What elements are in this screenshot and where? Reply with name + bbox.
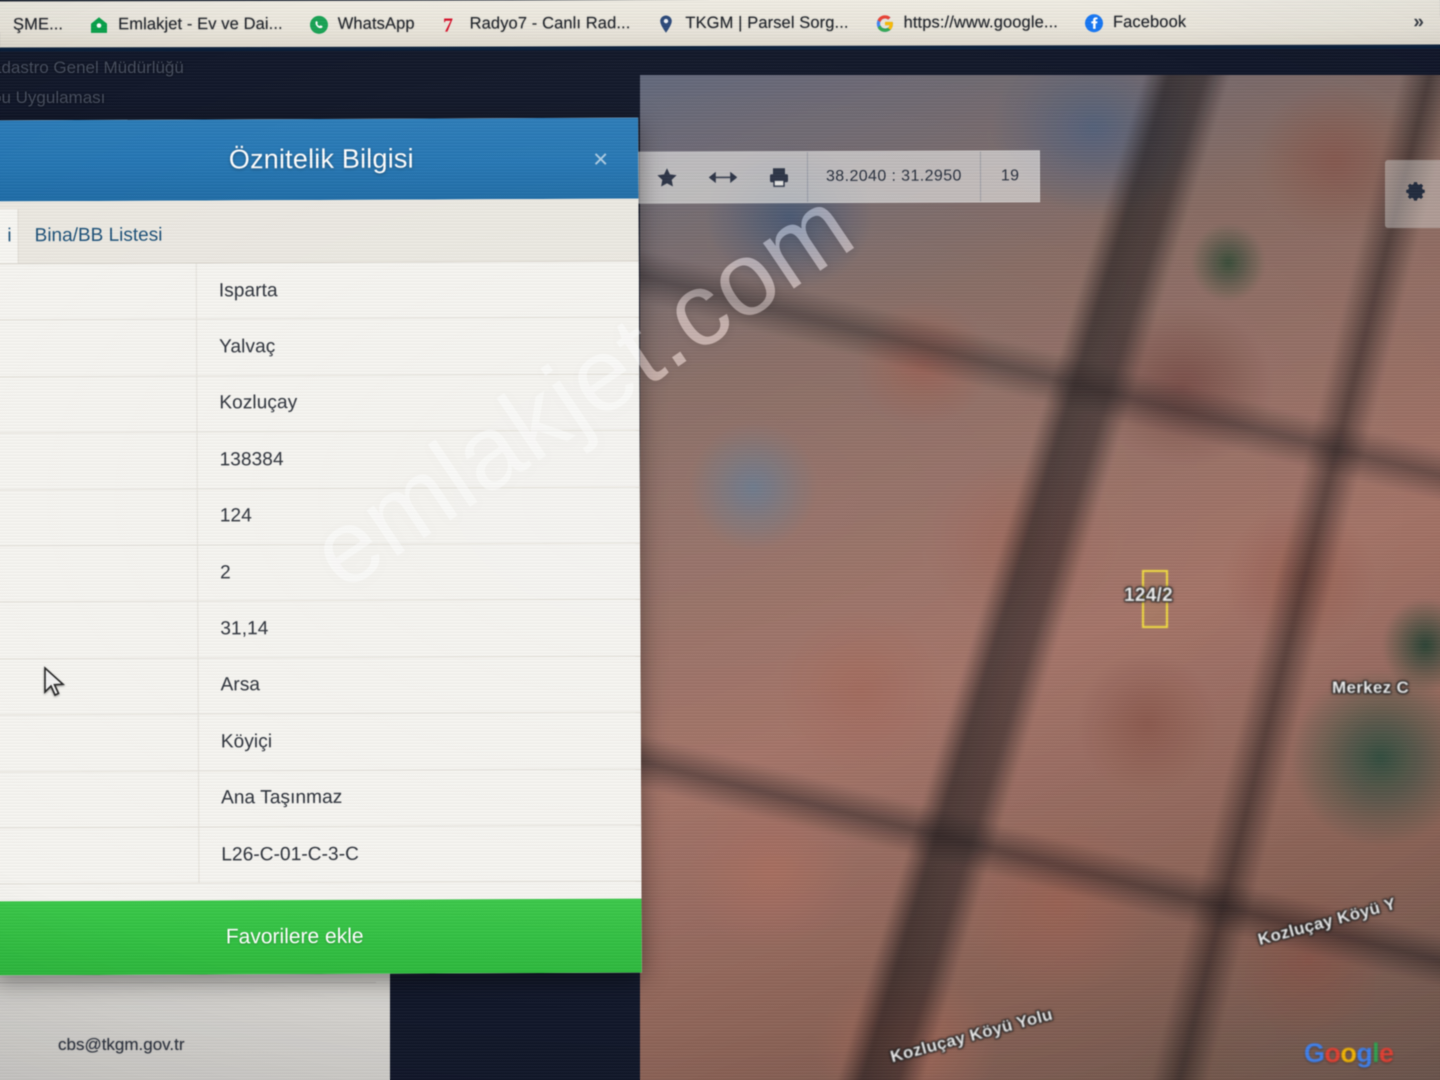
attr-value-pafta: L26-C-01-C-3-C	[221, 843, 359, 866]
bookmark-label: ŞME...	[12, 15, 64, 34]
google-g-icon	[875, 13, 895, 33]
attr-key	[0, 714, 199, 771]
tab-bina-bb-listesi[interactable]: Bina/BB Listesi	[19, 225, 179, 264]
attr-value-mahalle: Kozluçay	[219, 392, 298, 414]
bookmark-label: TKGM | Parsel Sorg...	[685, 13, 849, 33]
attr-value-mevkii: Köyiçi	[220, 731, 273, 753]
bookmark-label: Emlakjet - Ev ve Dai...	[118, 14, 283, 34]
whatsapp-icon	[309, 14, 329, 34]
bookmarks-overflow-chevron-icon[interactable]: »	[1403, 11, 1440, 33]
attr-value-ilce: Yalvaç	[219, 336, 276, 358]
attr-key	[0, 601, 199, 659]
table-row: Arsa	[0, 656, 641, 716]
attr-key	[0, 771, 200, 828]
attr-value-il: Isparta	[218, 279, 278, 302]
table-row: Ana Taşınmaz	[0, 769, 642, 829]
attribute-info-dialog: Öznitelik Bilgisi × i Bina/BB Listesi Is…	[0, 117, 642, 976]
attr-key	[0, 263, 198, 320]
attr-value-id: 138384	[219, 448, 284, 471]
table-row: 2	[0, 543, 641, 603]
bookmark-item-radyo7[interactable]: 7 Radyo7 - Canlı Rad...	[428, 0, 644, 47]
bookmark-label: https://www.google...	[903, 13, 1058, 32]
google-letter-l: l	[1372, 1038, 1380, 1068]
map-pin-icon	[656, 14, 676, 34]
facebook-icon	[1084, 13, 1104, 33]
contact-email-text: cbs@tkgm.gov.tr	[58, 1035, 185, 1054]
google-letter-g1: G	[1304, 1038, 1325, 1068]
attr-value-nitelik: Arsa	[220, 674, 261, 696]
table-row: Yalvaç	[0, 317, 640, 378]
dialog-tab-bar: i Bina/BB Listesi	[0, 198, 639, 265]
bookmark-label: Radyo7 - Canlı Rad...	[469, 14, 631, 33]
attr-value-ada: 124	[219, 505, 252, 527]
measure-arrow-icon[interactable]	[695, 152, 751, 202]
bookmark-label: WhatsApp	[337, 14, 415, 33]
attr-key	[0, 376, 198, 433]
bookmark-item-emlakjet[interactable]: Emlakjet - Ev ve Dai...	[76, 1, 296, 48]
dialog-title: Öznitelik Bilgisi	[228, 143, 414, 175]
star-icon[interactable]	[639, 153, 695, 203]
bookmarks-bar: ŞME... Emlakjet - Ev ve Dai... WhatsApp	[0, 0, 1440, 49]
svg-text:7: 7	[443, 14, 453, 35]
app-header-line-1: adastro Genel Müdürlüğü	[0, 58, 184, 77]
map-zoom-level-readout: 19	[1000, 167, 1020, 185]
attr-key	[0, 827, 200, 884]
attr-key	[0, 489, 198, 546]
emlakjet-house-icon	[89, 15, 109, 35]
table-row: L26-C-01-C-3-C	[0, 825, 642, 885]
radyo7-seven-icon: 7	[441, 14, 461, 35]
dialog-header: Öznitelik Bilgisi ×	[0, 117, 639, 202]
google-letter-g2: g	[1356, 1038, 1373, 1068]
printer-icon[interactable]	[751, 152, 807, 202]
table-row: 31,14	[0, 599, 641, 660]
bookmark-item-whatsapp[interactable]: WhatsApp	[296, 1, 428, 48]
browser-window: adastro Genel Müdürlüğü ou Uygulaması 12…	[0, 0, 1440, 1080]
google-letter-e: e	[1379, 1038, 1394, 1068]
google-letter-o2: o	[1340, 1038, 1357, 1068]
attr-value-tasinmaz-tipi: Ana Taşınmaz	[221, 787, 343, 809]
close-icon[interactable]: ×	[593, 143, 608, 173]
attr-key	[0, 432, 198, 489]
google-letter-o1: o	[1324, 1038, 1341, 1068]
bookmark-item-tkgm[interactable]: TKGM | Parsel Sorg...	[643, 0, 861, 47]
attribute-table: Isparta Yalvaç Kozluçay 138384 124 2 31,…	[0, 261, 642, 901]
app-header-ghost-text: adastro Genel Müdürlüğü ou Uygulaması	[0, 53, 660, 123]
app-header-line-2: ou Uygulaması	[0, 88, 106, 107]
bookmark-item-google[interactable]: https://www.google...	[862, 0, 1071, 47]
attr-value-alan: 31,14	[220, 618, 269, 640]
tab-parcel-info-clipped[interactable]: i	[0, 209, 19, 264]
bookmark-label: Facebook	[1112, 13, 1187, 32]
bookmark-item-facebook[interactable]: Facebook	[1071, 0, 1199, 46]
gear-icon	[1406, 182, 1425, 201]
parcel-number-label: 124/2	[1124, 585, 1174, 606]
table-row: 138384	[0, 430, 640, 490]
google-attribution-logo: Google	[1304, 1038, 1394, 1069]
mouse-cursor	[44, 666, 65, 697]
attr-key	[0, 545, 199, 602]
table-row: Isparta	[0, 261, 640, 321]
attr-key	[0, 658, 199, 715]
map-coordinates-readout: 38.2040 : 31.2950	[825, 167, 962, 186]
street-label-merkez: Merkez C	[1332, 678, 1410, 697]
bookmark-item-sme[interactable]: ŞME...	[0, 1, 76, 48]
attr-key	[0, 319, 198, 377]
panel-divider	[0, 982, 376, 983]
map-settings-button[interactable]	[1385, 160, 1440, 228]
map-toolbar: 38.2040 : 31.2950 19	[637, 150, 1041, 204]
table-row: Köyiçi	[0, 712, 641, 772]
add-to-favorites-button[interactable]: Favorilere ekle	[0, 898, 642, 976]
attr-value-parsel: 2	[220, 562, 231, 584]
table-row: Kozluçay	[0, 374, 640, 434]
table-row: 124	[0, 487, 640, 547]
